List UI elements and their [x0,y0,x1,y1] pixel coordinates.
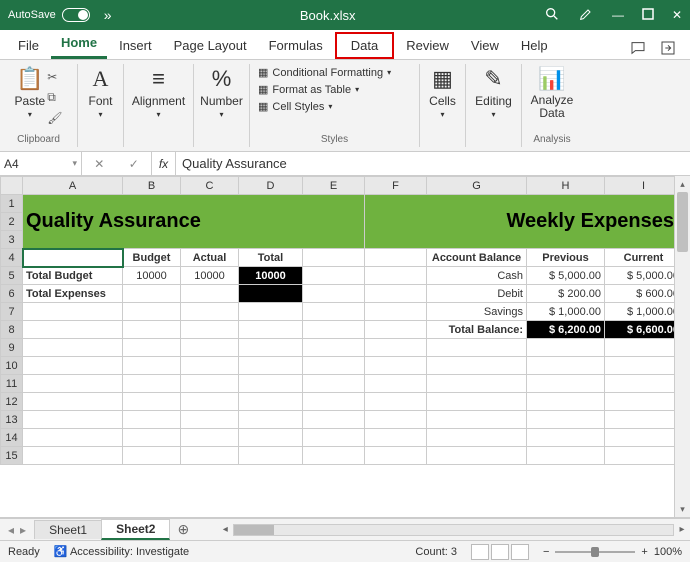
scrollbar-thumb [677,192,688,252]
font-icon: A [93,66,109,92]
search-icon[interactable] [544,6,560,25]
sheet-prev-icon[interactable]: ◂ [8,523,14,537]
cell-styles-button[interactable]: ▦Cell Styles▾ [258,100,332,113]
analyze-icon: 📊 [538,66,565,92]
chevron-down-icon: ▾ [28,110,32,119]
zoom-in-icon: + [641,546,647,558]
col-D: D [239,177,303,195]
tab-review[interactable]: Review [396,32,459,59]
tab-file[interactable]: File [8,32,49,59]
cut-icon[interactable]: ✂ [47,70,62,84]
alignment-button[interactable]: ≡ Alignment ▾ [132,66,185,119]
col-C: C [181,177,239,195]
group-styles: Styles [258,134,411,145]
conditional-formatting-button[interactable]: ▦Conditional Formatting▾ [258,66,391,79]
tab-insert[interactable]: Insert [109,32,162,59]
vertical-scrollbar[interactable]: ▴ ▾ [674,176,690,517]
formula-bar: A4▾ ✕ ✓ fx Quality Assurance [0,152,690,176]
editing-icon: ✎ [484,66,502,92]
format-painter-icon[interactable]: 🖌 [47,111,62,125]
status-count: Count: 3 [415,546,457,558]
col-G: G [427,177,527,195]
autosave-toggle[interactable]: AutoSave [8,8,90,22]
editing-button[interactable]: ✎ Editing ▾ [475,66,512,119]
col-A: A [23,177,123,195]
number-button[interactable]: % Number ▾ [200,66,243,119]
scroll-up-icon: ▴ [675,176,690,192]
font-button[interactable]: A Font ▾ [88,66,112,119]
chevron-down-icon: ▾ [72,158,77,169]
cells-button[interactable]: ▦ Cells ▾ [429,66,456,119]
banner-right: Weekly Expenses [506,210,674,232]
clipboard-icon: 📋 [16,66,43,92]
sheet-tab-bar: ◂ ▸ Sheet1 Sheet2 ⊕ ◂ ▸ [0,518,690,540]
alignment-icon: ≡ [152,66,165,92]
horizontal-scrollbar[interactable]: ◂ ▸ [217,524,690,536]
sheet-tab-2[interactable]: Sheet2 [101,519,170,540]
comments-icon[interactable] [630,40,646,59]
tab-help[interactable]: Help [511,32,558,59]
col-E: E [303,177,365,195]
scroll-right-icon: ▸ [674,524,690,535]
percent-icon: % [212,66,232,92]
col-I: I [605,177,675,195]
column-headers[interactable]: A B C D E F G H I [1,177,675,195]
cells-icon: ▦ [432,66,453,92]
table-icon: ▦ [258,83,268,96]
name-box[interactable]: A4▾ [0,152,82,175]
page-break-view-button[interactable] [511,544,529,560]
status-bar: Ready ♿ Accessibility: Investigate Count… [0,540,690,562]
zoom-level: 100% [654,546,682,558]
tab-data[interactable]: Data [335,32,394,59]
group-analysis: Analysis [533,134,570,145]
cancel-icon[interactable]: ✕ [94,157,104,171]
cell-styles-icon: ▦ [258,100,268,113]
col-H: H [527,177,605,195]
title-bar: AutoSave » Book.xlsx — ✕ [0,0,690,30]
col-F: F [365,177,427,195]
tab-page-layout[interactable]: Page Layout [164,32,257,59]
add-sheet-button[interactable]: ⊕ [169,521,197,538]
cond-fmt-icon: ▦ [258,66,268,79]
enter-icon[interactable]: ✓ [129,157,139,171]
group-clipboard: Clipboard [17,134,60,145]
sheet-tab-1[interactable]: Sheet1 [34,520,102,539]
fx-icon[interactable]: fx [152,152,176,175]
col-B: B [123,177,181,195]
share-icon[interactable] [660,40,676,59]
tab-formulas[interactable]: Formulas [259,32,333,59]
window-title: Book.xlsx [122,8,534,23]
scroll-down-icon: ▾ [675,501,690,517]
sheet-next-icon[interactable]: ▸ [20,523,26,537]
page-layout-view-button[interactable] [491,544,509,560]
accessibility-status[interactable]: ♿ Accessibility: Investigate [54,545,189,558]
qat-overflow-icon[interactable]: » [104,7,112,23]
status-ready: Ready [8,546,40,558]
zoom-slider [555,551,635,553]
banner-left: Quality Assurance [26,210,201,232]
tab-view[interactable]: View [461,32,509,59]
scroll-left-icon: ◂ [217,524,233,535]
paste-button[interactable]: 📋 Paste ▾ [15,66,46,119]
worksheet-grid[interactable]: A B C D E F G H I 1 Quality Assurance We… [0,176,690,518]
tab-home[interactable]: Home [51,29,107,59]
zoom-out-icon: − [543,546,549,558]
normal-view-button[interactable] [471,544,489,560]
active-cell [23,249,123,267]
ribbon-tabs: File Home Insert Page Layout Formulas Da… [0,30,690,60]
minimize-icon[interactable]: — [612,8,624,22]
close-icon[interactable]: ✕ [672,8,682,22]
maximize-icon[interactable] [642,8,654,23]
accessibility-icon: ♿ [54,546,68,558]
zoom-control[interactable]: − + 100% [543,546,682,558]
analyze-data-button[interactable]: 📊 Analyze Data [530,66,574,120]
copy-icon[interactable]: ⧉ [47,90,62,105]
brush-icon[interactable] [578,6,594,25]
formula-input[interactable]: Quality Assurance [176,152,690,175]
ribbon-content: 📋 Paste ▾ ✂ ⧉ 🖌 Clipboard A Font ▾ ≡ Ali… [0,60,690,152]
format-as-table-button[interactable]: ▦Format as Table▾ [258,83,359,96]
